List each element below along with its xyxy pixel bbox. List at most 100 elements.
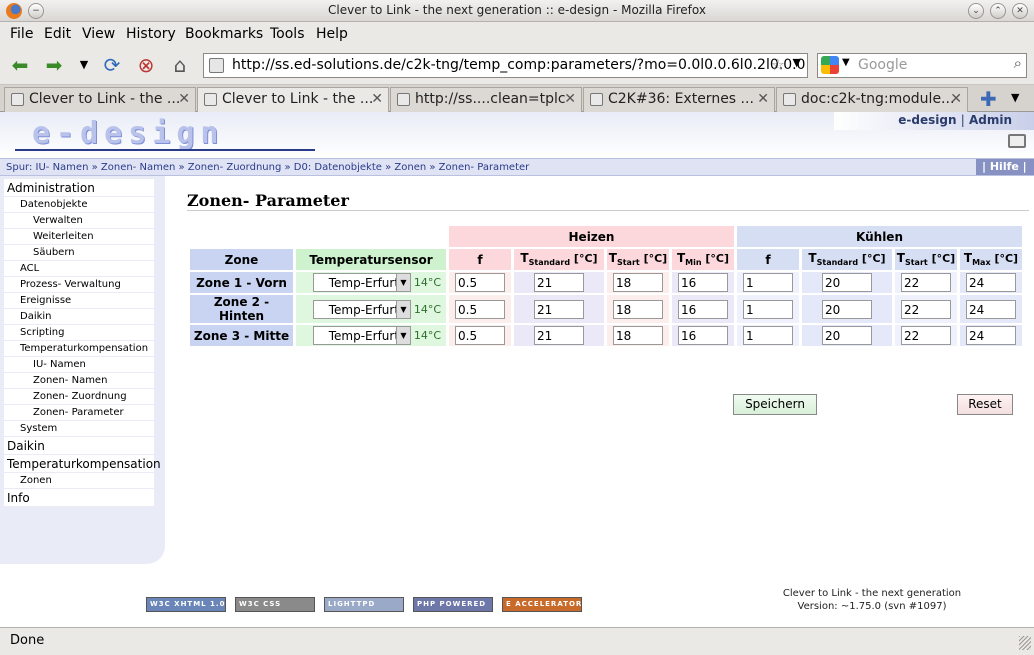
tab-1[interactable]: Clever to Link - the ... ✕ (4, 87, 196, 112)
sidebar-item-zonen-parameter[interactable]: Zonen- Parameter (4, 405, 154, 420)
tab-close-icon[interactable]: ✕ (757, 91, 769, 107)
sidebar-item-zonen-zuordnung[interactable]: Zonen- Zuordnung (4, 389, 154, 404)
tab-5[interactable]: doc:c2k-tng:module... ✕ (776, 87, 968, 112)
cool-param-input[interactable]: 20 (822, 326, 872, 345)
engine-dropdown-icon[interactable]: ▼ (842, 57, 850, 68)
sidebar-item-zonen-namen[interactable]: Zonen- Namen (4, 373, 154, 388)
tab-list-dropdown-icon[interactable]: ▼ (1011, 91, 1019, 104)
heat-param-input[interactable]: 16 (678, 326, 728, 345)
heat-param-input[interactable]: 18 (613, 326, 663, 345)
reset-button[interactable]: Reset (957, 394, 1013, 415)
home-icon[interactable]: ⌂ (168, 53, 192, 77)
sensor-select[interactable]: Temp-Erfurt ▼ (312, 299, 411, 319)
cool-param-input[interactable]: 1 (743, 299, 793, 319)
sidebar-item-scripting[interactable]: Scripting (4, 325, 154, 340)
history-dropdown-icon[interactable]: ▼ (72, 53, 96, 77)
stop-icon[interactable]: ⊗ (134, 53, 158, 77)
sidebar-item-administration[interactable]: Administration (4, 179, 154, 196)
sidebar-item-daikin[interactable]: Daikin (4, 309, 154, 324)
cool-param-input[interactable]: 22 (901, 273, 951, 292)
user-name[interactable]: e-design (898, 113, 956, 127)
cool-param-input[interactable]: 20 (822, 273, 872, 292)
cool-param-input[interactable]: 24 (966, 273, 1016, 292)
badge-eaccelerator[interactable]: E ACCELERATOR (502, 597, 582, 612)
new-tab-plus-icon[interactable]: ✚ (980, 87, 997, 111)
tab-close-icon[interactable]: ✕ (178, 91, 190, 107)
tab-close-icon[interactable]: ✕ (950, 91, 962, 107)
badge-php[interactable]: PHP POWERED (413, 597, 493, 612)
sidebar-item-temperaturkompensation[interactable]: Temperaturkompensation (4, 341, 154, 356)
heat-param-input[interactable]: 18 (613, 273, 663, 292)
heat-param-input[interactable]: 0.5 (455, 299, 505, 319)
cool-param-input[interactable]: 1 (743, 273, 793, 292)
heat-param-input[interactable]: 18 (613, 299, 663, 319)
printer-icon[interactable] (1008, 134, 1026, 148)
badge-css[interactable]: W3C CSS (235, 597, 315, 612)
menu-tools[interactable]: Tools (270, 26, 305, 42)
chevron-down-icon[interactable]: ▼ (395, 327, 410, 344)
help-link[interactable]: | Hilfe | (976, 159, 1034, 175)
heat-param-input[interactable]: 21 (534, 273, 584, 292)
cool-param-input[interactable]: 24 (966, 299, 1016, 319)
window-maximize-button[interactable]: ⌃ (990, 3, 1006, 19)
menu-help[interactable]: Help (316, 26, 348, 42)
window-minimize-button[interactable]: ⌄ (968, 3, 984, 19)
search-icon[interactable]: ⌕ (1014, 54, 1022, 72)
search-input[interactable]: ▼ Google ⌕ (817, 53, 1027, 78)
heat-param-input[interactable]: 21 (534, 326, 584, 345)
cool-param-input[interactable]: 20 (822, 299, 872, 319)
sidebar-item-ereignisse[interactable]: Ereignisse (4, 293, 154, 308)
sensor-select[interactable]: Temp-Erfurt ▼ (312, 326, 411, 345)
sidebar-item-datenobjekte[interactable]: Datenobjekte (4, 197, 154, 212)
sidebar-item-acl[interactable]: ACL (4, 261, 154, 276)
cool-param-input[interactable]: 22 (901, 326, 951, 345)
sidebar-item-daikin[interactable]: Daikin (4, 437, 154, 454)
menu-edit[interactable]: Edit (44, 26, 71, 42)
sidebar-item-weiterleiten[interactable]: Weiterleiten (4, 229, 154, 244)
heat-param-input[interactable]: 16 (678, 299, 728, 319)
tab-close-icon[interactable]: ✕ (564, 91, 576, 107)
back-arrow-icon[interactable]: ⬅ (8, 53, 32, 77)
bookmark-star-icon[interactable]: ☆ (771, 55, 785, 74)
badge-xhtml[interactable]: W3C XHTML 1.0 (146, 597, 226, 612)
chevron-down-icon[interactable]: ▼ (395, 300, 410, 318)
sensor-select[interactable]: Temp-Erfurt ▼ (312, 273, 411, 292)
sidebar-item-säubern[interactable]: Säubern (4, 245, 154, 260)
sidebar-item-temperaturkompensation[interactable]: Temperaturkompensation (4, 455, 161, 472)
tab-2[interactable]: Clever to Link - the ... ✕ (197, 87, 389, 112)
window-close-button[interactable]: ✕ (1012, 3, 1028, 19)
sidebar-item-prozess-verwaltung[interactable]: Prozess- Verwaltung (4, 277, 154, 292)
sidebar-item-verwalten[interactable]: Verwalten (4, 213, 154, 228)
site-identity-icon[interactable] (209, 58, 224, 73)
cool-param-input[interactable]: 1 (743, 326, 793, 345)
reload-icon[interactable]: ⟳ (100, 53, 124, 77)
sidebar-item-iu-namen[interactable]: IU- Namen (4, 357, 154, 372)
sidebar-item-zonen[interactable]: Zonen (4, 473, 154, 488)
save-button[interactable]: Speichern (733, 394, 817, 415)
url-dropdown-icon[interactable]: ▼ (793, 56, 801, 69)
breadcrumb-trail[interactable]: Spur: IU- Namen » Zonen- Namen » Zonen- … (6, 162, 529, 173)
menu-file[interactable]: File (10, 26, 33, 42)
chevron-down-icon[interactable]: ▼ (395, 274, 410, 291)
tab-close-icon[interactable]: ✕ (371, 91, 383, 107)
google-engine-icon[interactable] (821, 56, 839, 74)
sidebar-item-system[interactable]: System (4, 421, 154, 436)
heat-param-input[interactable]: 21 (534, 299, 584, 319)
cool-param-input[interactable]: 22 (901, 299, 951, 319)
menu-history[interactable]: History (126, 26, 176, 42)
heat-param-input[interactable]: 16 (678, 273, 728, 292)
heat-param-input[interactable]: 0.5 (455, 326, 505, 345)
url-bar[interactable]: http://ss.ed-solutions.de/c2k-tng/temp_c… (203, 53, 808, 78)
tab-4[interactable]: C2K#36: Externes ... ✕ (583, 87, 775, 112)
resize-grip-icon[interactable] (1019, 636, 1031, 650)
badge-lighttpd[interactable]: LIGHTTPD (324, 597, 404, 612)
tab-3[interactable]: http://ss....clean=tplc ✕ (390, 87, 582, 112)
cool-param-input[interactable]: 24 (966, 326, 1016, 345)
sidebar-item-info[interactable]: Info (4, 489, 154, 506)
menu-bookmarks[interactable]: Bookmarks (185, 26, 263, 42)
forward-arrow-icon[interactable]: ➡ (42, 53, 66, 77)
menu-view[interactable]: View (82, 26, 115, 42)
site-logo[interactable]: e-design (32, 116, 225, 151)
user-role[interactable]: Admin (969, 113, 1012, 127)
heat-param-input[interactable]: 0.5 (455, 273, 505, 292)
